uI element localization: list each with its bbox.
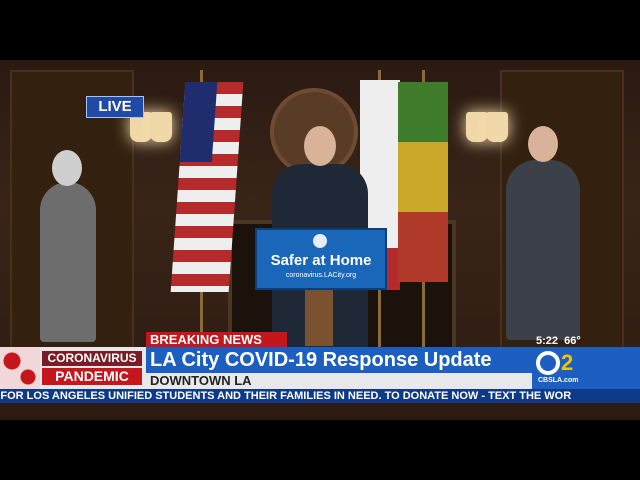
person-left (40, 182, 96, 342)
wall-sconce (150, 112, 172, 142)
city-seal-icon (313, 234, 327, 248)
video-frame: Safer at Home coronavirus.LACity.org LIV… (0, 60, 640, 420)
speaker-head (304, 126, 336, 166)
wall-sconce (466, 112, 488, 142)
live-badge: LIVE (86, 96, 144, 118)
podium-stand (305, 286, 333, 346)
bug-line-2: PANDEMIC (42, 368, 142, 385)
breaking-news-label: BREAKING NEWS (146, 332, 287, 348)
station-number: 2 (561, 350, 574, 376)
ticker-text: E FOR LOS ANGELES UNIFIED STUDENTS AND T… (0, 390, 572, 402)
subheadline: DOWNTOWN LA (146, 373, 532, 389)
station-logo: 2 CBSLA.com (532, 347, 640, 389)
news-ticker: E FOR LOS ANGELES UNIFIED STUDENTS AND T… (0, 389, 640, 403)
time-text: 5:22 (536, 335, 559, 347)
podium-url: coronavirus.LACity.org (285, 272, 357, 279)
podium-sign: Safer at Home coronavirus.LACity.org (255, 228, 387, 290)
temperature-text: 66° (564, 335, 581, 347)
virus-icon (0, 347, 40, 389)
wall-sconce (486, 112, 508, 142)
interpreter-head (528, 126, 558, 162)
pandemic-bug: CORONAVIRUS PANDEMIC (0, 347, 146, 389)
bug-line-1: CORONAVIRUS (42, 351, 142, 366)
los-angeles-flag (398, 82, 448, 282)
interpreter (506, 160, 580, 340)
cbs-eye-logo-icon: 2 (536, 349, 586, 377)
person-left-head (52, 150, 82, 186)
time-temp-readout: 5:22 66° (536, 335, 581, 347)
station-url: CBSLA.com (538, 377, 579, 384)
headline: LA City COVID-19 Response Update (146, 347, 532, 373)
podium-title: Safer at Home (270, 252, 372, 269)
